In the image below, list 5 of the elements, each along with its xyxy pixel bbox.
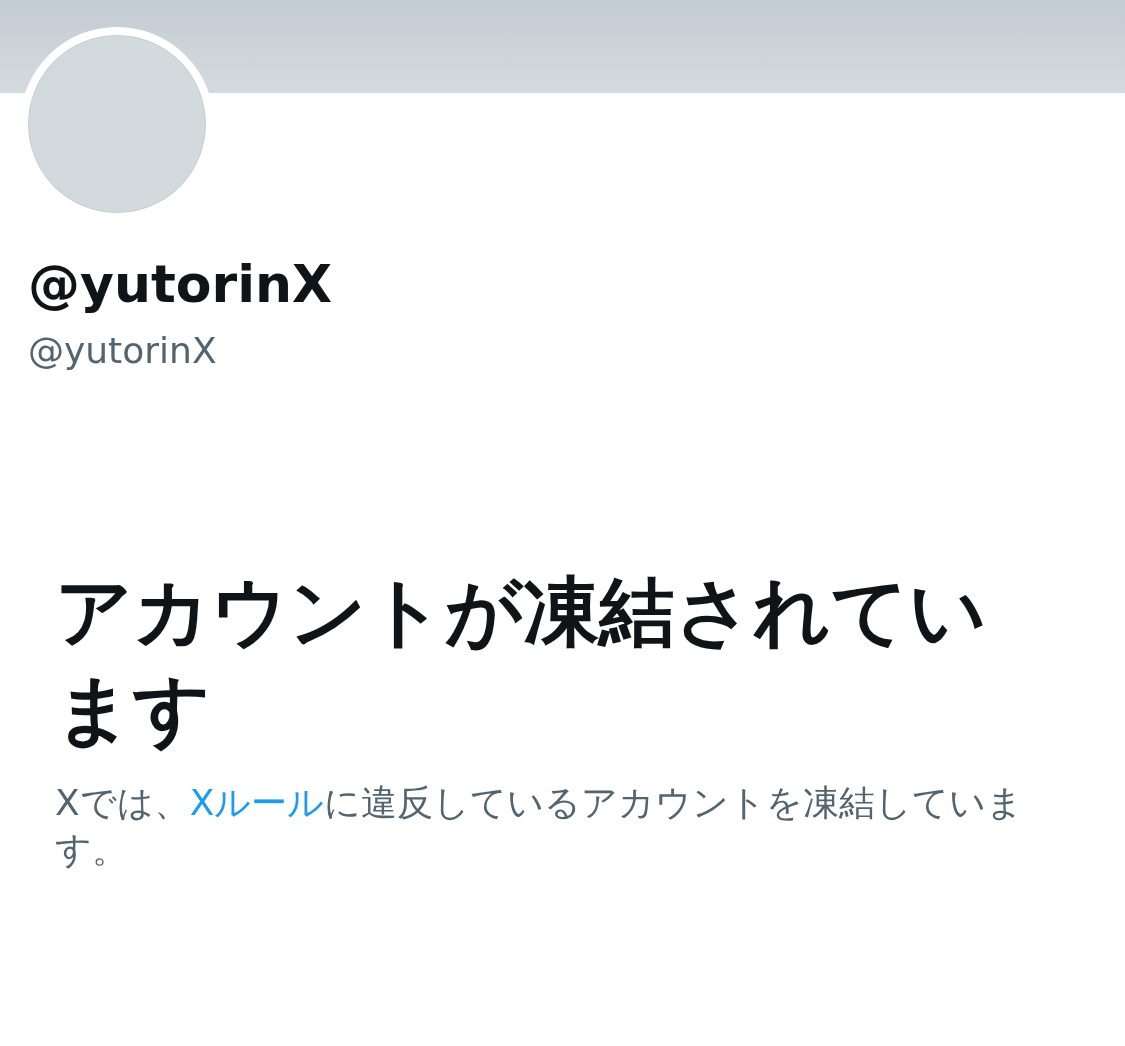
suspended-heading: アカウントが凍結されています bbox=[55, 565, 988, 757]
user-handle: @yutorinX bbox=[28, 329, 217, 373]
suspension-description: Xでは、Xルールに違反しているアカウントを凍結しています。 bbox=[55, 781, 1025, 872]
display-name: @yutorinX bbox=[28, 253, 333, 316]
rules-link[interactable]: Xルール bbox=[189, 782, 325, 824]
